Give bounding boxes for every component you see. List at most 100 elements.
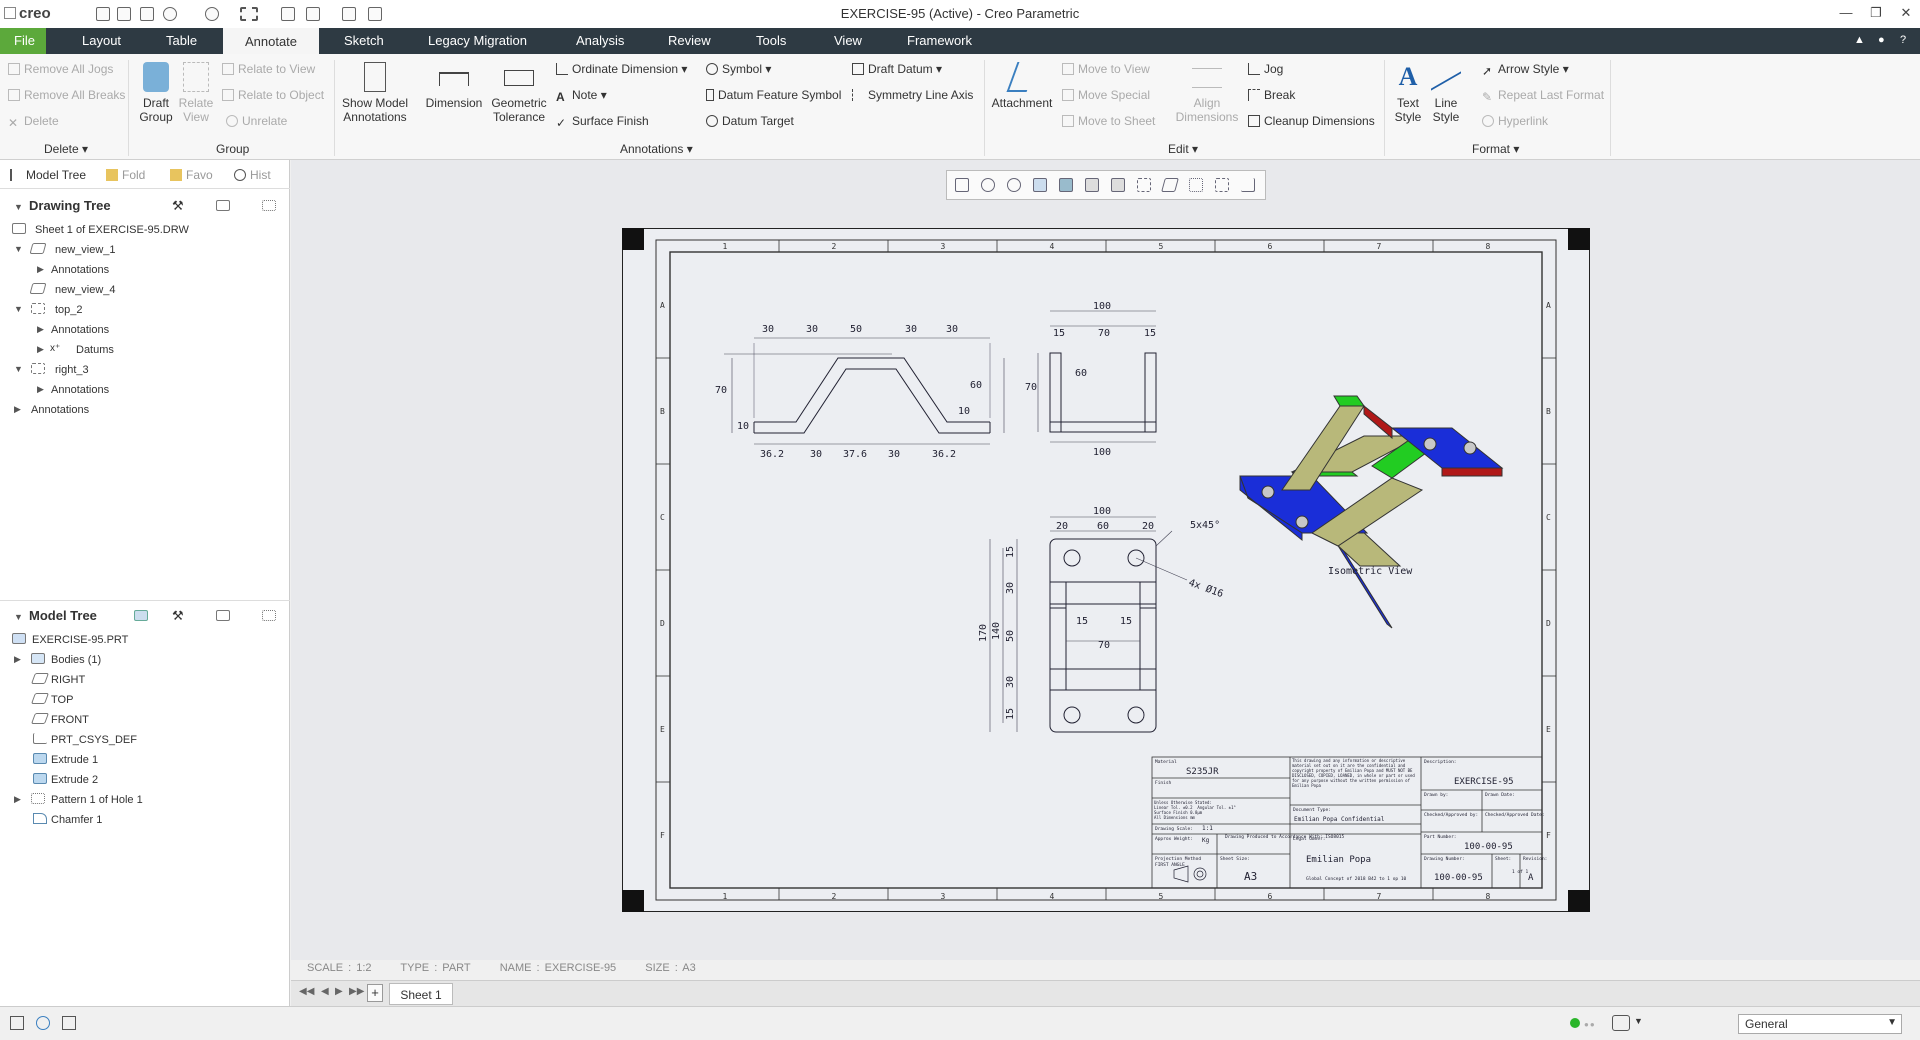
tree-item-annotations[interactable]: Annotations bbox=[31, 403, 89, 417]
tree-filter-icon[interactable] bbox=[262, 200, 276, 211]
collapse-arrow-icon[interactable]: ▼ bbox=[14, 304, 23, 314]
ordinate-dimension-button[interactable]: Ordinate Dimension ▾ bbox=[556, 62, 687, 76]
relate-view-button[interactable]: Relate View bbox=[176, 62, 216, 124]
expand-arrow-icon[interactable]: ▶ bbox=[37, 324, 44, 335]
tab-annotate[interactable]: Annotate bbox=[223, 28, 319, 54]
tab-tools[interactable]: Tools bbox=[756, 33, 786, 48]
panel-tab-history[interactable]: Hist bbox=[234, 168, 271, 182]
expand-arrow-icon[interactable]: ▶ bbox=[14, 794, 21, 805]
draft-datum-button[interactable]: Draft Datum ▾ bbox=[852, 62, 942, 76]
panel-tab-folder[interactable]: Fold bbox=[106, 168, 145, 182]
tab-analysis[interactable]: Analysis bbox=[576, 33, 624, 48]
layers-icon[interactable] bbox=[1111, 178, 1125, 192]
tree-filter-icon[interactable] bbox=[262, 610, 276, 621]
expand-arrow-icon[interactable]: ▶ bbox=[14, 404, 21, 415]
minimize-icon[interactable]: — bbox=[1836, 5, 1856, 20]
find-dropdown-icon[interactable]: ▼ bbox=[1634, 1016, 1643, 1026]
tree-item-sheet[interactable]: Sheet 1 of EXERCISE-95.DRW bbox=[35, 223, 189, 237]
show-menu-icon[interactable] bbox=[216, 610, 230, 621]
zoom-out-icon[interactable] bbox=[1007, 178, 1021, 192]
move-to-view-button[interactable]: Move to View bbox=[1062, 62, 1150, 76]
axis-display-icon[interactable] bbox=[1189, 178, 1203, 192]
expand-arrow-icon[interactable]: ▶ bbox=[14, 654, 21, 665]
delete-button[interactable]: ✕ Delete bbox=[8, 114, 59, 130]
remove-all-breaks-button[interactable]: Remove All Breaks bbox=[8, 88, 125, 102]
panel-tab-model-tree[interactable]: Model Tree bbox=[10, 168, 86, 182]
panel-tab-favorites[interactable]: Favo bbox=[170, 168, 213, 182]
geometric-tolerance-button[interactable]: Geometric Tolerance bbox=[490, 62, 548, 124]
tree-settings-icon[interactable]: ⚒ bbox=[172, 608, 186, 623]
break-button[interactable]: Break bbox=[1248, 88, 1295, 102]
tree-item-view[interactable]: right_3 bbox=[55, 363, 89, 377]
refit-icon[interactable] bbox=[955, 178, 969, 192]
drawing-sheet[interactable]: 1 1 2 2 3 3 4 4 5 5 6 6 7 7 8 8 A A B B C C D D E E F F 30 30 50 30… bbox=[622, 228, 1590, 912]
symbol-button[interactable]: Symbol ▾ bbox=[706, 62, 771, 76]
hyperlink-button[interactable]: Hyperlink bbox=[1482, 114, 1548, 128]
surface-finish-button[interactable]: ✓ Surface Finish bbox=[556, 114, 649, 130]
delete-group-label[interactable]: Delete ▾ bbox=[44, 142, 88, 156]
navigator-toggle-icon[interactable] bbox=[10, 1016, 24, 1030]
saved-views-icon[interactable] bbox=[1085, 178, 1099, 192]
tree-item-extrude[interactable]: Extrude 1 bbox=[51, 753, 98, 767]
tree-item-plane[interactable]: TOP bbox=[51, 693, 73, 707]
tree-item-pattern[interactable]: Pattern 1 of Hole 1 bbox=[51, 793, 143, 807]
repeat-last-format-button[interactable]: ✎ Repeat Last Format bbox=[1482, 88, 1604, 104]
csys-display-icon[interactable] bbox=[1241, 178, 1255, 192]
tree-item-csys[interactable]: PRT_CSYS_DEF bbox=[51, 733, 137, 747]
tree-item-plane[interactable]: RIGHT bbox=[51, 673, 85, 687]
annotations-group-label[interactable]: Annotations ▾ bbox=[620, 142, 693, 156]
tab-review[interactable]: Review bbox=[668, 33, 711, 48]
collapse-arrow-icon[interactable]: ▼ bbox=[14, 612, 23, 622]
tab-layout[interactable]: Layout bbox=[82, 33, 121, 48]
draft-group-button[interactable]: Draft Group bbox=[134, 62, 178, 124]
collapse-arrow-icon[interactable]: ▼ bbox=[14, 364, 23, 374]
show-menu-icon[interactable] bbox=[216, 200, 230, 211]
ribbon-collapse-icon[interactable]: ▲ bbox=[1854, 34, 1865, 46]
format-group-label[interactable]: Format ▾ bbox=[1472, 142, 1519, 156]
expand-arrow-icon[interactable]: ▶ bbox=[37, 264, 44, 275]
tree-item-bodies[interactable]: Bodies (1) bbox=[51, 653, 101, 667]
show-model-annotations-button[interactable]: Show Model Annotations bbox=[340, 62, 410, 124]
last-sheet-icon[interactable]: ▶▶ bbox=[349, 986, 364, 997]
tree-item-annotations[interactable]: Annotations bbox=[51, 383, 109, 397]
display-style-icon[interactable] bbox=[1059, 178, 1073, 192]
datum-feature-symbol-button[interactable]: Datum Feature Symbol bbox=[706, 88, 841, 102]
datum-target-button[interactable]: Datum Target bbox=[706, 114, 794, 128]
tree-item-chamfer[interactable]: Chamfer 1 bbox=[51, 813, 102, 827]
tree-item-part[interactable]: EXERCISE-95.PRT bbox=[32, 633, 128, 647]
edit-group-label[interactable]: Edit ▾ bbox=[1168, 142, 1198, 156]
add-sheet-icon[interactable]: + bbox=[367, 984, 383, 1002]
note-button[interactable]: A Note ▾ bbox=[556, 88, 607, 104]
cleanup-dimensions-button[interactable]: Cleanup Dimensions bbox=[1248, 114, 1375, 128]
repaint-icon[interactable] bbox=[1033, 178, 1047, 192]
remove-all-jogs-button[interactable]: Remove All Jogs bbox=[8, 62, 113, 76]
expand-arrow-icon[interactable]: ▶ bbox=[37, 384, 44, 395]
expand-arrow-icon[interactable]: ▶ bbox=[37, 344, 44, 355]
jog-button[interactable]: Jog bbox=[1248, 62, 1283, 76]
first-sheet-icon[interactable]: ◀◀ bbox=[299, 986, 314, 997]
next-sheet-icon[interactable]: ▶ bbox=[335, 986, 343, 997]
move-special-button[interactable]: Move Special bbox=[1062, 88, 1150, 102]
tree-item-datums[interactable]: Datums bbox=[76, 343, 114, 357]
tree-item-view[interactable]: new_view_1 bbox=[55, 243, 116, 257]
find-icon[interactable] bbox=[1612, 1015, 1630, 1031]
tree-item-view[interactable]: top_2 bbox=[55, 303, 83, 317]
arrow-style-button[interactable]: ➚ Arrow Style ▾ bbox=[1482, 62, 1569, 78]
tab-framework[interactable]: Framework bbox=[907, 33, 972, 48]
prev-sheet-icon[interactable]: ◀ bbox=[321, 986, 329, 997]
zoom-in-icon[interactable] bbox=[981, 178, 995, 192]
browser-toggle-icon[interactable] bbox=[36, 1016, 50, 1030]
tree-item-plane[interactable]: FRONT bbox=[51, 713, 89, 727]
move-to-sheet-button[interactable]: Move to Sheet bbox=[1062, 114, 1155, 128]
relate-to-object-button[interactable]: Relate to Object bbox=[222, 88, 324, 102]
restore-icon[interactable]: ❐ bbox=[1866, 5, 1886, 21]
dimension-button[interactable]: Dimension bbox=[424, 62, 484, 110]
close-icon[interactable]: ✕ bbox=[1896, 5, 1916, 21]
symmetry-line-axis-button[interactable]: Symmetry Line Axis bbox=[852, 88, 973, 102]
point-display-icon[interactable] bbox=[1215, 178, 1229, 192]
tree-item-annotations[interactable]: Annotations bbox=[51, 323, 109, 337]
collapse-arrow-icon[interactable]: ▼ bbox=[14, 202, 23, 212]
line-style-button[interactable]: Line Style bbox=[1428, 53, 1464, 124]
collapse-arrow-icon[interactable]: ▼ bbox=[14, 244, 23, 254]
tab-file[interactable]: File bbox=[0, 28, 46, 54]
